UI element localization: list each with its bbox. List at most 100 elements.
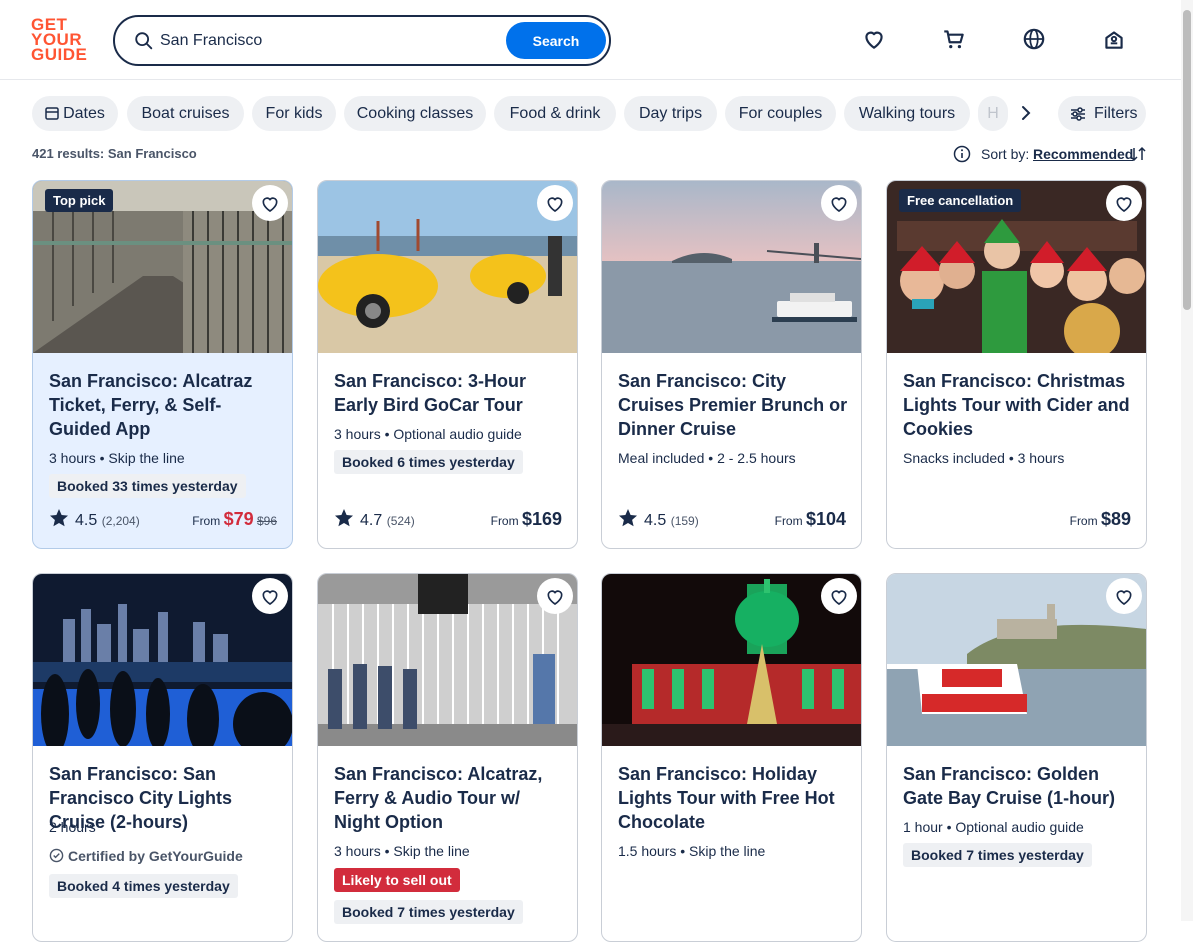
sort-control[interactable]: Sort by: Recommended (953, 144, 1148, 164)
heart-icon (831, 197, 847, 212)
heart-icon (831, 590, 847, 605)
page-scrollbar[interactable] (1181, 0, 1193, 921)
free-cancellation-badge: Free cancellation (899, 189, 1022, 212)
wishlist-button[interactable] (252, 185, 288, 221)
scrollbar-thumb[interactable] (1183, 10, 1191, 310)
top-pick-badge: Top pick (45, 189, 114, 212)
search-input[interactable] (160, 27, 500, 55)
chevron-right-icon[interactable] (1015, 102, 1037, 124)
heart-icon (1116, 590, 1132, 605)
star-icon (619, 509, 637, 527)
chip-label: Dates (63, 105, 105, 122)
top-header: GET YOUR GUIDE Search (0, 0, 1193, 80)
booked-badge: Booked 4 times yesterday (49, 874, 238, 898)
activity-meta: Meal included • 2 - 2.5 hours (618, 450, 796, 466)
check-badge-icon (49, 848, 64, 863)
activity-card[interactable]: San Francisco: 3-Hour Early Bird GoCar T… (317, 180, 578, 549)
search-bar: Search (113, 15, 611, 66)
chip-food-drink[interactable]: Food & drink (494, 96, 616, 131)
price: From $104 (775, 509, 846, 530)
booked-badge: Booked 7 times yesterday (334, 900, 523, 924)
logo-line: GUIDE (31, 45, 88, 64)
star-icon (50, 509, 68, 527)
activity-title[interactable]: San Francisco: Christmas Lights Tour wit… (903, 369, 1135, 441)
rating: 4.5 (159) (618, 508, 699, 530)
certified-label: Certified by GetYourGuide (49, 848, 243, 864)
price: From $79 $96 (192, 509, 277, 530)
info-icon[interactable] (953, 145, 971, 163)
activity-card[interactable]: San Francisco: City Cruises Premier Brun… (601, 180, 862, 549)
activity-title[interactable]: San Francisco: Holiday Lights Tour with … (618, 762, 850, 834)
review-count: (159) (670, 514, 699, 528)
chip-for-couples[interactable]: For couples (725, 96, 836, 131)
activity-title[interactable]: San Francisco: 3-Hour Early Bird GoCar T… (334, 369, 566, 417)
wishlist-button[interactable] (1106, 578, 1142, 614)
activity-title[interactable]: San Francisco: City Cruises Premier Brun… (618, 369, 850, 441)
chip-day-trips[interactable]: Day trips (624, 96, 717, 131)
activity-card[interactable]: San Francisco: Holiday Lights Tour with … (601, 573, 862, 942)
chip-boat-cruises[interactable]: Boat cruises (127, 96, 244, 131)
wishlist-button[interactable] (821, 185, 857, 221)
activity-card[interactable]: Top pick San Francisco: Alcatraz Ticket,… (32, 180, 293, 549)
price-from: From (1069, 514, 1098, 528)
chip-for-kids[interactable]: For kids (252, 96, 336, 131)
search-icon (135, 32, 153, 50)
booked-badge: Booked 6 times yesterday (334, 450, 523, 474)
wishlist-heart-icon[interactable] (861, 26, 887, 52)
activity-meta: 3 hours • Optional audio guide (334, 426, 522, 442)
heart-icon (262, 197, 278, 212)
heart-icon (1116, 197, 1132, 212)
activity-title[interactable]: San Francisco: Golden Gate Bay Cruise (1… (903, 762, 1135, 810)
wishlist-button[interactable] (821, 578, 857, 614)
heart-icon (262, 590, 278, 605)
price-from: From (192, 514, 221, 528)
activity-meta: Snacks included • 3 hours (903, 450, 1065, 466)
filters-button[interactable]: Filters (1058, 96, 1146, 131)
chip-dates[interactable]: Dates (32, 96, 118, 131)
heart-icon (547, 197, 563, 212)
price: From $169 (491, 509, 562, 530)
filters-label: Filters (1094, 105, 1138, 122)
booked-badge: Booked 33 times yesterday (49, 474, 246, 498)
wishlist-button[interactable] (537, 185, 573, 221)
heart-icon (547, 590, 563, 605)
activity-meta: 3 hours • Skip the line (49, 450, 185, 466)
account-icon[interactable] (1101, 26, 1127, 52)
category-chips: Dates Boat cruises For kids Cooking clas… (32, 96, 1152, 132)
cart-icon[interactable] (941, 26, 967, 52)
chip-cooking-classes[interactable]: Cooking classes (344, 96, 486, 131)
rating-value: 4.5 (644, 512, 667, 529)
rating-value: 4.5 (75, 512, 98, 529)
activity-title[interactable]: San Francisco: Alcatraz, Ferry & Audio T… (334, 762, 566, 834)
sort-value[interactable]: Recommended (1033, 146, 1133, 162)
chip-truncated[interactable]: H (978, 96, 1008, 131)
globe-icon[interactable] (1021, 26, 1047, 52)
wishlist-button[interactable] (252, 578, 288, 614)
activity-meta: 3 hours • Skip the line (334, 843, 470, 859)
activity-card[interactable]: San Francisco: San Francisco City Lights… (32, 573, 293, 942)
price-from: From (774, 514, 803, 528)
activity-title[interactable]: San Francisco: Alcatraz Ticket, Ferry, &… (49, 369, 281, 441)
activity-card[interactable]: Free cancellation San Francisco: Christm… (886, 180, 1147, 549)
star-icon (335, 509, 353, 527)
activity-card[interactable]: San Francisco: Alcatraz, Ferry & Audio T… (317, 573, 578, 942)
certified-text: Certified by GetYourGuide (68, 848, 243, 864)
wishlist-button[interactable] (537, 578, 573, 614)
chip-walking-tours[interactable]: Walking tours (844, 96, 970, 131)
calendar-icon (45, 107, 59, 120)
activity-card[interactable]: San Francisco: Golden Gate Bay Cruise (1… (886, 573, 1147, 942)
results-count: 421 results: San Francisco (32, 146, 197, 161)
rating-value: 4.7 (360, 512, 383, 529)
price-amount: $89 (1100, 509, 1131, 529)
activity-meta: 1 hour • Optional audio guide (903, 819, 1084, 835)
likely-to-sell-out-badge: Likely to sell out (334, 868, 460, 892)
getyourguide-logo[interactable]: GET YOUR GUIDE (31, 16, 91, 64)
price-amount: $79 (223, 509, 254, 529)
wishlist-button[interactable] (1106, 185, 1142, 221)
activity-meta: 2 hours (49, 819, 96, 835)
search-button[interactable]: Search (506, 22, 606, 59)
activity-meta: 1.5 hours • Skip the line (618, 843, 766, 859)
price-amount: $104 (805, 509, 846, 529)
sliders-icon (1071, 107, 1085, 121)
review-count: (524) (386, 514, 415, 528)
